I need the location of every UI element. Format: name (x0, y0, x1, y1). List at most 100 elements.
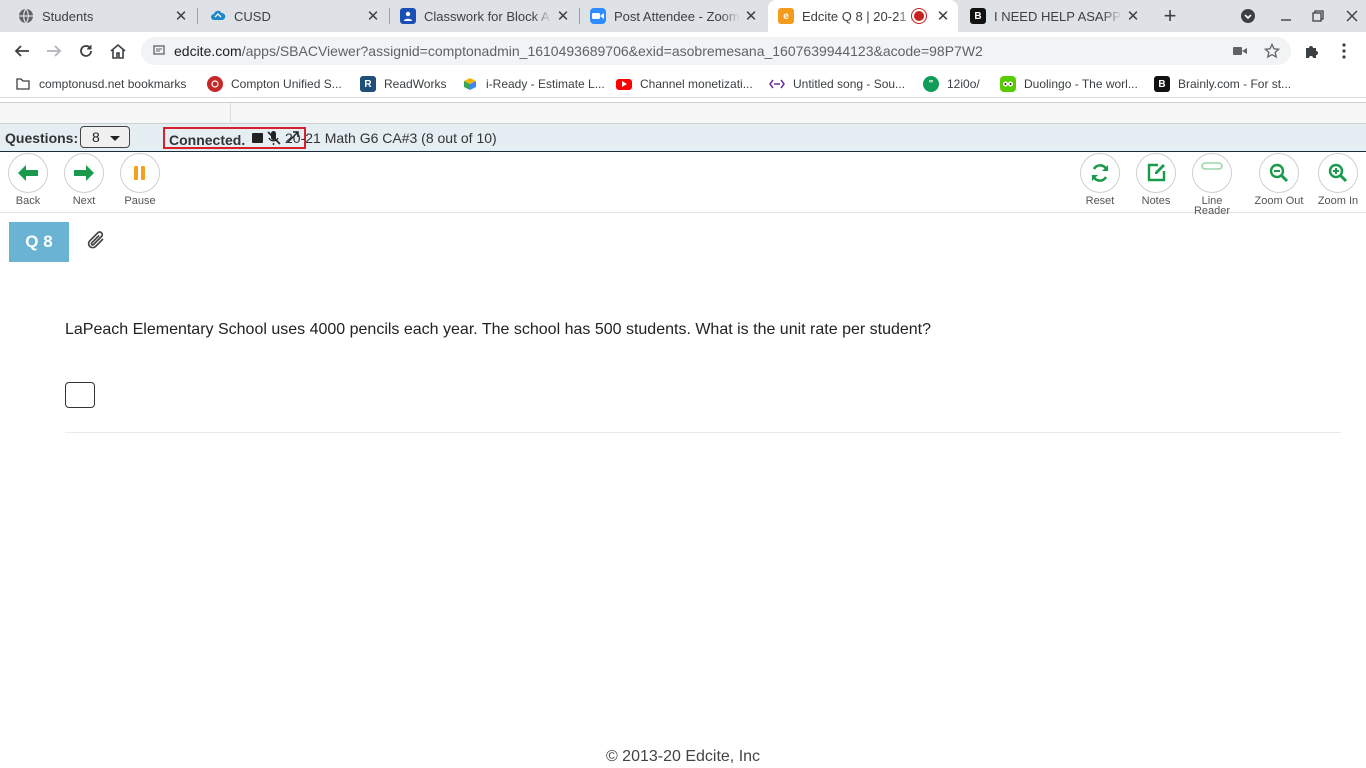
bookmark-label: 12i0o/ (947, 77, 980, 91)
bookmark-star-button[interactable] (1258, 37, 1286, 65)
bookmark-duolingo[interactable]: Duolingo - The worl... (1000, 75, 1138, 93)
close-icon[interactable]: ✕ (740, 7, 762, 25)
pause-button[interactable]: Pause (110, 153, 170, 207)
paperclip-icon[interactable] (84, 228, 108, 252)
video-camera-icon (1233, 47, 1247, 55)
tab-students[interactable]: Students ✕ (8, 0, 198, 32)
globe-icon (18, 8, 34, 24)
bookmark-label: i-Ready - Estimate L... (486, 77, 605, 91)
bookmark-label: Duolingo - The worl... (1024, 77, 1138, 91)
question-bar: Questions: 8 Connected. 20-21 Math G6 CA… (0, 124, 1366, 152)
close-icon[interactable]: ✕ (362, 7, 384, 25)
tab-title: Classwork for Block A M (424, 8, 552, 24)
close-icon[interactable]: ✕ (170, 7, 192, 25)
zoom-in-icon (1328, 163, 1348, 183)
line-reader-label: Line Reader (1193, 195, 1231, 217)
zoom-in-button[interactable]: Zoom In (1308, 153, 1366, 207)
line-reader-button[interactable]: Line Reader (1182, 153, 1242, 217)
tab-strip: Students ✕ CUSD ✕ Classwork for Block A … (0, 0, 1366, 32)
youtube-icon (616, 78, 632, 90)
line-reader-icon (1201, 162, 1223, 170)
bookmark-label: Untitled song - Sou... (793, 77, 906, 91)
assignment-title: 20-21 Math G6 CA#3 (8 out of 10) (285, 130, 497, 146)
notes-button[interactable]: Notes (1126, 153, 1186, 207)
bookmark-soundtrap[interactable]: Untitled song - Sou... (769, 75, 905, 93)
close-icon[interactable]: ✕ (1122, 7, 1144, 25)
zoom-out-label: Zoom Out (1254, 195, 1304, 207)
iready-icon (462, 76, 478, 92)
tab-title: Students (42, 8, 94, 24)
extensions-button[interactable] (1298, 37, 1326, 65)
close-icon (1346, 10, 1358, 22)
bookmark-iready[interactable]: i-Ready - Estimate L... (462, 75, 605, 93)
bookmark-youtube[interactable]: Channel monetizati... (616, 75, 753, 93)
bookmark-label: ReadWorks (384, 77, 447, 91)
tab-separator (197, 8, 198, 24)
browser-menu-button[interactable] (1330, 37, 1358, 65)
notes-label: Notes (1141, 195, 1171, 207)
tab-edcite[interactable]: e Edcite Q 8 | 20-21 M ✕ (768, 0, 958, 32)
connection-status-text: Connected. (169, 132, 246, 148)
divider (65, 432, 1341, 433)
tab-classwork[interactable]: Classwork for Block A M ✕ (390, 0, 580, 32)
home-icon (110, 43, 126, 59)
reset-button[interactable]: Reset (1070, 153, 1130, 207)
pause-icon (134, 166, 145, 180)
tab-title: Post Attendee - Zoom (614, 8, 740, 24)
duolingo-icon (1000, 76, 1016, 92)
edcite-icon: e (778, 8, 794, 24)
bookmark-compton-unified[interactable]: Compton Unified S... (207, 75, 342, 93)
arrow-right-icon (74, 165, 94, 181)
reload-icon (80, 45, 92, 57)
tab-cusd[interactable]: CUSD ✕ (200, 0, 390, 32)
tab-title: CUSD (234, 8, 271, 24)
puzzle-icon (1306, 46, 1318, 58)
bookmark-label: Channel monetizati... (640, 77, 753, 91)
header-strip (0, 102, 1366, 125)
close-icon[interactable]: ✕ (932, 7, 954, 25)
home-button[interactable] (103, 36, 133, 66)
reset-button-circle (1080, 153, 1120, 193)
question-number-badge: Q 8 (9, 222, 69, 262)
pause-label: Pause (124, 195, 156, 207)
next-button-circle (64, 153, 104, 193)
forward-nav-button[interactable] (39, 36, 69, 66)
bookmark-hangouts[interactable]: " 12i0o/ (923, 75, 980, 93)
zoom-icon (590, 8, 606, 24)
bookmark-readworks[interactable]: R ReadWorks (360, 75, 446, 93)
reload-button[interactable] (71, 36, 101, 66)
minimize-button[interactable] (1268, 0, 1304, 32)
back-nav-button[interactable] (7, 36, 37, 66)
bookmark-comptonusd[interactable]: comptonusd.net bookmarks (15, 75, 186, 93)
brainly-icon: B (1154, 76, 1170, 92)
restore-button[interactable] (1300, 0, 1336, 32)
question-select[interactable]: 8 (80, 126, 130, 148)
back-button[interactable]: Back (0, 153, 58, 207)
readworks-icon: R (360, 76, 376, 92)
next-button[interactable]: Next (54, 153, 114, 207)
close-icon[interactable]: ✕ (552, 7, 574, 25)
camera-in-use-button[interactable] (1226, 37, 1254, 65)
tab-zoom[interactable]: Post Attendee - Zoom ✕ (580, 0, 768, 32)
back-button-circle (8, 153, 48, 193)
classroom-icon (400, 8, 416, 24)
hangouts-icon: " (923, 76, 939, 92)
zoom-out-button[interactable]: Zoom Out (1249, 153, 1309, 207)
close-window-button[interactable] (1334, 0, 1366, 32)
address-bar[interactable]: edcite.com/apps/SBACViewer?assignid=comp… (141, 37, 1291, 65)
url-path: /apps/SBACViewer?assignid=comptonadmin_1… (241, 43, 983, 59)
brainly-icon: B (970, 8, 986, 24)
cloud-icon (210, 8, 226, 24)
tool-bar: Back Next Pause Reset Notes Line Reader (0, 153, 1366, 217)
question-select-value: 8 (92, 129, 100, 145)
bookmark-brainly[interactable]: B Brainly.com - For st... (1154, 75, 1291, 93)
notes-button-circle (1136, 153, 1176, 193)
tab-search-button[interactable] (1230, 0, 1266, 32)
new-tab-button[interactable]: + (1152, 0, 1188, 32)
refresh-icon (1091, 164, 1109, 182)
divider (230, 103, 231, 125)
site-info-icon[interactable] (153, 44, 167, 59)
tab-brainly[interactable]: B I NEED HELP ASAPP P ✕ (960, 0, 1150, 32)
zoom-in-button-circle (1318, 153, 1358, 193)
answer-input[interactable] (65, 382, 95, 408)
